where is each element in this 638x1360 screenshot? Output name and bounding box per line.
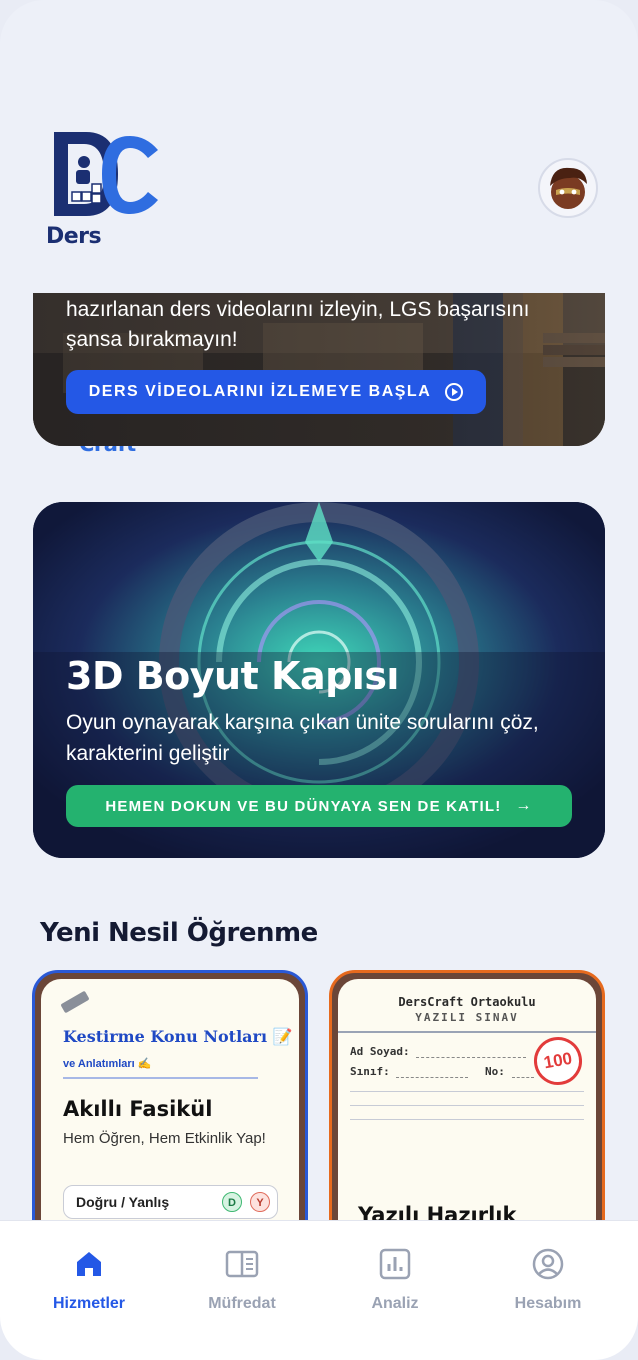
exam-type: YAZILI SINAV: [415, 1011, 519, 1024]
nav-item-hesabim[interactable]: Hesabım: [483, 1247, 613, 1313]
video-banner-description: hazırlanan ders videolarını izleyin, LGS…: [66, 298, 530, 351]
answer-line: [350, 1105, 584, 1106]
logo-wordmark: DersCraft: [46, 224, 166, 456]
name-field: Ad Soyad:: [350, 1045, 527, 1058]
join-world-button[interactable]: HEMEN DOKUN VE BU DÜNYAYA SEN DE KATIL! …: [66, 785, 572, 827]
user-circle-icon: [531, 1247, 565, 1281]
true-false-pill: Doğru / Yanlış D Y: [63, 1185, 278, 1219]
shortcut-notes-heading: Kestirme Konu Notları 📝: [63, 1027, 293, 1046]
exam-school: DersCraft Ortaokulu: [398, 995, 536, 1009]
video-lessons-banner[interactable]: hazırlanan ders videolarını izleyin, LGS…: [33, 293, 605, 446]
nav-label: Müfredat: [208, 1295, 276, 1312]
class-field: Sınıf: No:: [350, 1065, 534, 1078]
arrow-right-icon: →: [515, 797, 533, 814]
shortcut-notes-sub: ve Anlatımları ✍️: [63, 1058, 152, 1070]
smart-booklet-subtitle: Hem Öğren, Hem Etkinlik Yap!: [63, 1130, 266, 1147]
nav-label: Hizmetler: [52, 1295, 126, 1312]
class-blank: [396, 1077, 469, 1078]
exam-header: DersCraft Ortaokulu YAZILI SINAV: [338, 995, 596, 1024]
name-blank: [416, 1057, 527, 1058]
start-video-lessons-label: DERS VİDEOLARINI İZLEMEYE BAŞLA: [88, 383, 432, 400]
nav-item-hizmetler[interactable]: Hizmetler: [24, 1247, 154, 1313]
true-chip: D: [222, 1192, 242, 1212]
smart-booklet-title: Akıllı Fasikül: [63, 1097, 213, 1121]
divider: [338, 1031, 596, 1033]
logo-word-ders: Ders: [46, 224, 102, 249]
portal-title: 3D Boyut Kapısı: [66, 654, 399, 698]
portal-description: Oyun oynayarak karşına çıkan ünite sorul…: [66, 711, 539, 765]
join-world-label: HEMEN DOKUN VE BU DÜNYAYA SEN DE KATIL!: [105, 797, 502, 815]
start-video-lessons-button[interactable]: DERS VİDEOLARINI İZLEMEYE BAŞLA: [66, 370, 486, 414]
nav-label: Hesabım: [514, 1295, 582, 1312]
logo-mark-icon: [54, 132, 158, 216]
class-label: Sınıf:: [350, 1065, 390, 1078]
nav-label: Analiz: [371, 1295, 419, 1312]
3d-portal-banner[interactable]: 3D Boyut Kapısı Oyun oynayarak karşına ç…: [33, 502, 605, 858]
no-blank: [511, 1077, 534, 1078]
bar-chart-icon: [378, 1247, 412, 1281]
nav-item-analiz[interactable]: Analiz: [330, 1247, 460, 1313]
false-chip: Y: [250, 1192, 270, 1212]
user-avatar-icon: [550, 167, 587, 209]
name-label: Ad Soyad:: [350, 1045, 410, 1058]
no-label: No:: [485, 1065, 505, 1078]
divider: [63, 1077, 258, 1079]
derscraft-logo[interactable]: DersCraft: [46, 128, 166, 456]
profile-avatar-button[interactable]: [538, 158, 598, 218]
ruler-icon: [60, 990, 90, 1014]
book-open-icon: [225, 1247, 259, 1281]
app-screen: DersCraft hazırlanan ders videolarını iz…: [0, 0, 638, 1360]
score-stamp: 100: [530, 1033, 586, 1089]
play-circle-icon: [445, 383, 464, 401]
true-false-label: Doğru / Yanlış: [76, 1194, 170, 1210]
section-title: Yeni Nesil Öğrenme: [40, 918, 318, 948]
home-icon: [72, 1247, 106, 1281]
answer-line: [350, 1119, 584, 1120]
bottom-navigation: Hizmetler Müfredat Analiz Hesabım: [0, 1220, 638, 1360]
answer-line: [350, 1091, 584, 1092]
nav-item-mufredat[interactable]: Müfredat: [177, 1247, 307, 1313]
